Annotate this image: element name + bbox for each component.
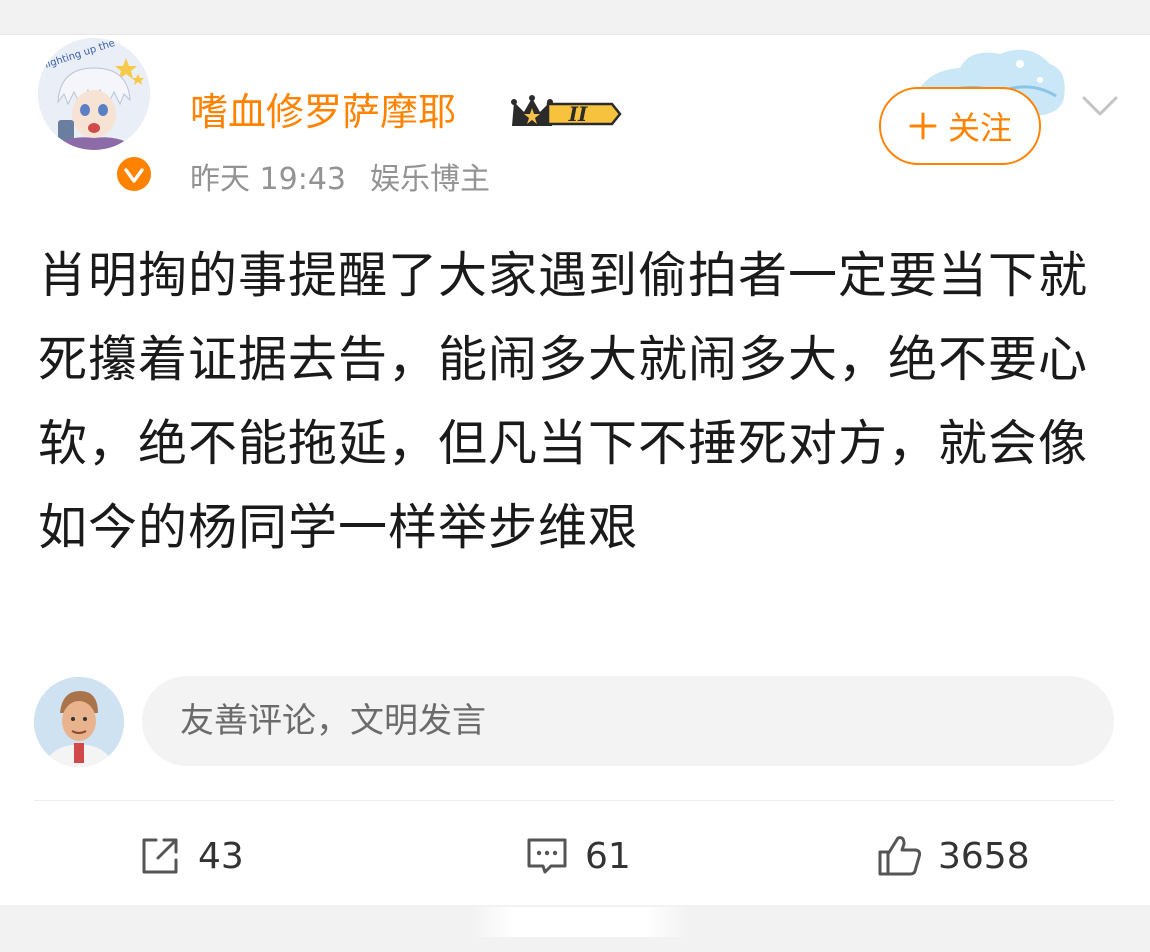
vip-level: II [568, 102, 588, 126]
post-meta: 昨天 19:43 娱乐博主 [190, 160, 490, 200]
post-time: 昨天 19:43 [190, 162, 346, 197]
vip-crown-icon: II [511, 95, 622, 126]
repost-count: 43 [198, 835, 244, 877]
follow-label: 关注 [947, 109, 1012, 147]
comment-input[interactable] [142, 676, 1114, 766]
author-avatar[interactable]: lighting up the stars [38, 38, 150, 150]
divider [34, 800, 1114, 801]
scroll-indicator [470, 907, 690, 937]
plus-icon [909, 112, 937, 140]
like-button[interactable]: 3658 [874, 828, 1030, 884]
top-separator [0, 0, 1150, 35]
user-avatar-illustration [34, 677, 124, 767]
like-count: 3658 [938, 835, 1030, 877]
follow-button[interactable]: 关注 [879, 87, 1041, 165]
current-user-avatar[interactable] [34, 677, 124, 767]
like-icon [878, 836, 922, 876]
comment-icon [527, 838, 567, 874]
repost-button[interactable]: 43 [136, 828, 244, 884]
comment-button[interactable]: 61 [523, 828, 631, 884]
chevron-down-icon[interactable] [1080, 92, 1120, 120]
author-name[interactable]: 嗜血修罗萨摩耶 [190, 88, 456, 136]
author-tag: 娱乐博主 [370, 162, 490, 197]
repost-icon [142, 838, 178, 874]
verified-icon [114, 154, 154, 194]
post-text: 肖明掏的事提醒了大家遇到偷拍者一定要当下就死攥着证据去告，能闹多大就闹多大，绝不… [38, 247, 1089, 556]
avatar-illustration: lighting up the stars [38, 38, 150, 150]
comment-count: 61 [585, 835, 631, 877]
